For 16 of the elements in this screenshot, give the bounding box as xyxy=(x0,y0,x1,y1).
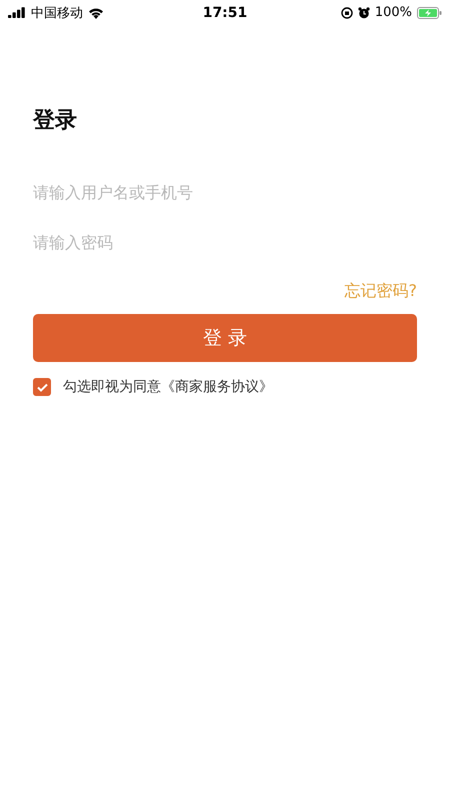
clock-time: 17:51 xyxy=(202,4,248,20)
alarm-icon xyxy=(358,6,370,18)
username-field[interactable]: 请输入用户名或手机号 xyxy=(33,179,417,205)
page-title: 登录 xyxy=(33,107,78,135)
battery-charging-icon xyxy=(416,6,442,18)
forgot-password-link[interactable]: 忘记密码? xyxy=(344,281,417,302)
agreement-checkbox[interactable] xyxy=(33,378,51,396)
agreement-text: 勾选即视为同意《商家服务协议》 xyxy=(63,378,273,396)
checkmark-icon xyxy=(36,382,48,392)
rotation-lock-icon xyxy=(340,6,353,18)
battery-percent: 100% xyxy=(374,5,412,20)
login-button[interactable]: 登 录 xyxy=(33,314,417,362)
carrier-name: 中国移动 xyxy=(31,4,83,22)
wifi-icon xyxy=(88,6,104,18)
signal-icon xyxy=(8,7,26,18)
password-field[interactable]: 请输入密码 xyxy=(33,229,417,255)
